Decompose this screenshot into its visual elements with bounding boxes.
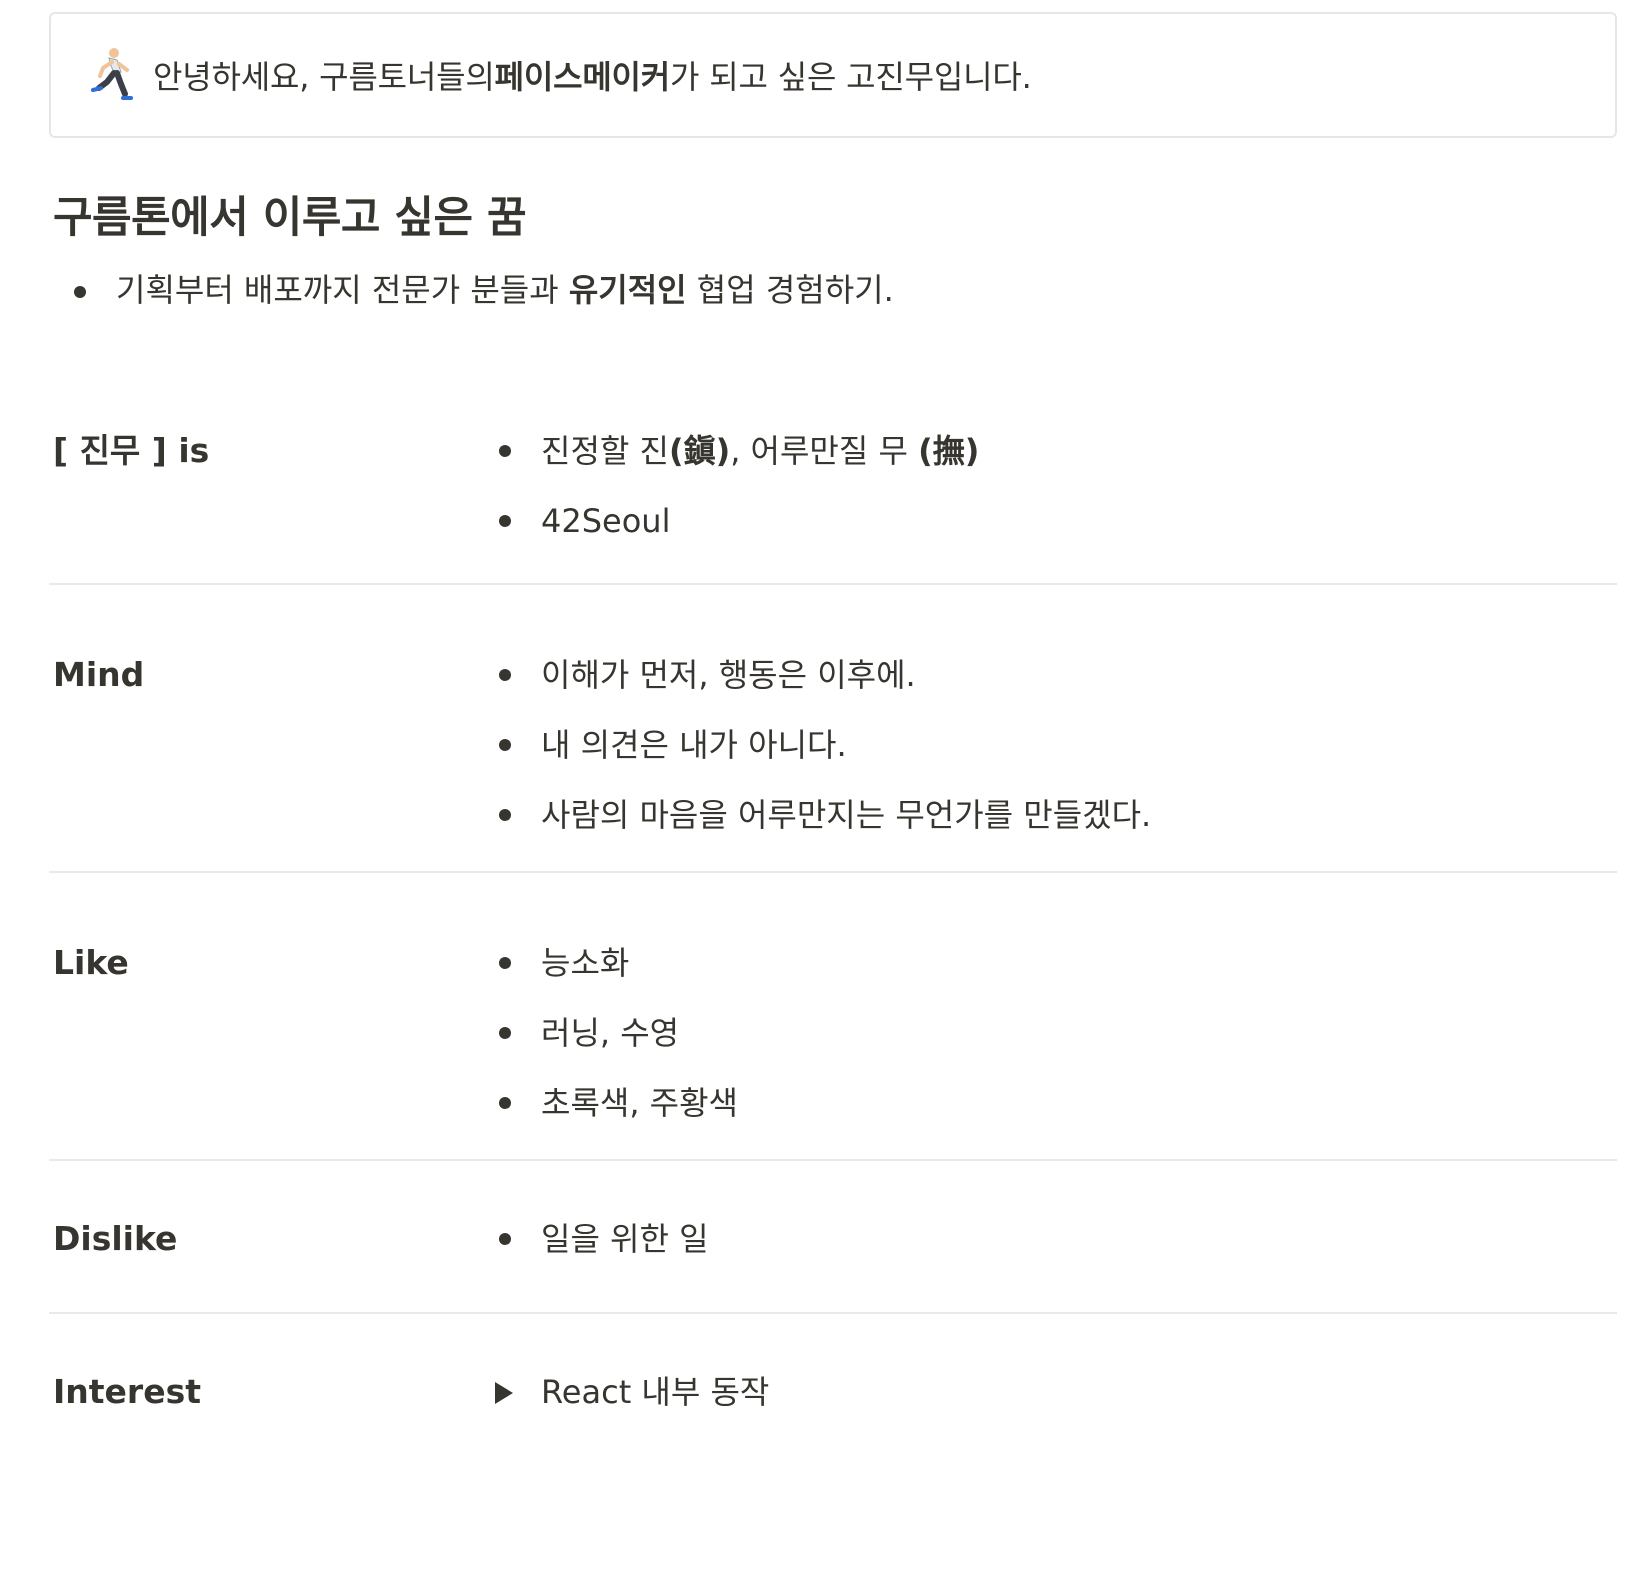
list-item: 진정할 진(鎭), 어루만질 무 (撫) xyxy=(453,416,979,486)
callout-text-end: 가 되고 싶은 고진무입니다. xyxy=(670,58,1032,96)
dream-item-start: 기획부터 배포까지 전문가 분들과 xyxy=(116,271,569,309)
dream-list: 기획부터 배포까지 전문가 분들과 유기적인 협업 경험하기. xyxy=(0,260,894,320)
list-item: 러닝, 수영 xyxy=(453,998,738,1068)
jinmu-row: [ 진무 ] is 진정할 진(鎭), 어루만질 무 (撫) 42Seoul xyxy=(49,420,1617,585)
list-item: 초록색, 주황색 xyxy=(453,1068,738,1138)
callout-text-start: 안녕하세요, 구름토너들의 xyxy=(153,58,495,96)
runner-emoji-icon xyxy=(91,48,133,100)
dream-heading: 구름톤에서 이루고 싶은 꿈 xyxy=(53,193,527,243)
toggle-arrow-icon[interactable] xyxy=(495,1382,513,1404)
mind-label: Mind xyxy=(53,655,145,694)
dream-item-bold: 유기적인 xyxy=(568,271,687,309)
interest-toggle[interactable]: React 내부 동작 xyxy=(453,1362,769,1422)
like-list: 능소화 러닝, 수영 초록색, 주황색 xyxy=(453,928,738,1138)
list-item: 42Seoul xyxy=(453,486,979,556)
jinmu-hanja-1: (鎭) xyxy=(668,432,731,470)
jinmu-label: [ 진무 ] is xyxy=(53,431,210,470)
list-item: 이해가 먼저, 행동은 이후에. xyxy=(453,640,1151,710)
like-label: Like xyxy=(53,943,129,982)
jinmu-org: 42Seoul xyxy=(541,502,671,540)
interest-row: Interest React 내부 동작 xyxy=(49,1314,1617,1474)
list-item: 능소화 xyxy=(453,928,738,998)
jinmu-meaning-2: , 어루만질 무 xyxy=(730,432,919,470)
callout-text: 안녕하세요, 구름토너들의 페이스메이커 가 되고 싶은 고진무입니다. xyxy=(153,14,1032,136)
dream-item-end: 협업 경험하기. xyxy=(686,271,894,309)
list-item: 기획부터 배포까지 전문가 분들과 유기적인 협업 경험하기. xyxy=(0,260,894,320)
profile-table: [ 진무 ] is 진정할 진(鎭), 어루만질 무 (撫) 42Seoul M… xyxy=(49,420,1617,1474)
list-item: 사람의 마음을 어루만지는 무언가를 만들겠다. xyxy=(453,780,1151,850)
interest-toggle-label: React 내부 동작 xyxy=(541,1373,770,1411)
dislike-label: Dislike xyxy=(53,1219,178,1258)
list-item: 내 의견은 내가 아니다. xyxy=(453,710,1151,780)
mind-row: Mind 이해가 먼저, 행동은 이후에. 내 의견은 내가 아니다. 사람의 … xyxy=(49,585,1617,873)
mind-list: 이해가 먼저, 행동은 이후에. 내 의견은 내가 아니다. 사람의 마음을 어… xyxy=(453,640,1151,850)
intro-callout: 안녕하세요, 구름토너들의 페이스메이커 가 되고 싶은 고진무입니다. xyxy=(49,12,1617,138)
callout-text-bold: 페이스메이커 xyxy=(494,58,671,96)
interest-label: Interest xyxy=(53,1372,202,1411)
list-item: 일을 위한 일 xyxy=(453,1204,709,1274)
jinmu-list: 진정할 진(鎭), 어루만질 무 (撫) 42Seoul xyxy=(453,416,979,556)
jinmu-hanja-2: (撫) xyxy=(918,432,980,470)
dislike-list: 일을 위한 일 xyxy=(453,1204,709,1274)
jinmu-meaning-1: 진정할 진 xyxy=(541,432,669,470)
page: 안녕하세요, 구름토너들의 페이스메이커 가 되고 싶은 고진무입니다. 구름톤에… xyxy=(0,0,1642,1588)
like-row: Like 능소화 러닝, 수영 초록색, 주황색 xyxy=(49,873,1617,1161)
dislike-row: Dislike 일을 위한 일 xyxy=(49,1161,1617,1314)
